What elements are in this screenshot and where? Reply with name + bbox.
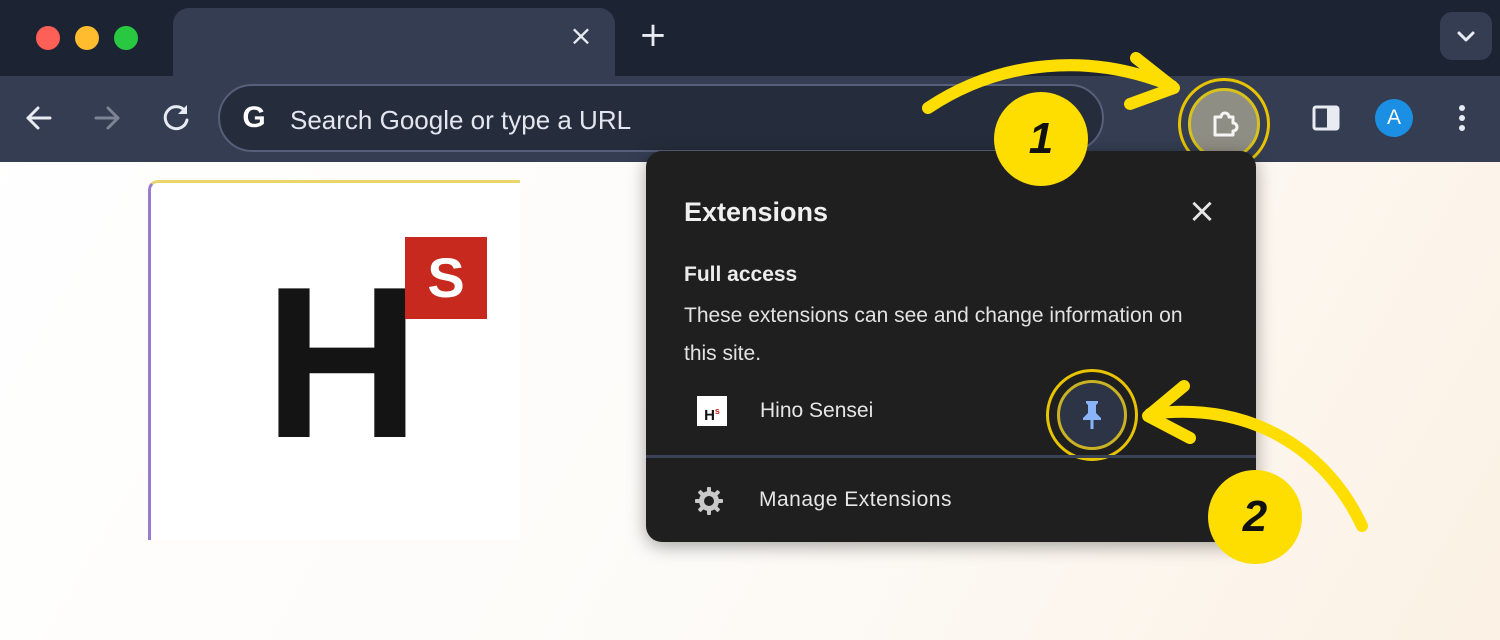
reload-icon bbox=[163, 105, 189, 131]
gear-icon bbox=[695, 487, 723, 515]
full-access-description: These extensions can see and change info… bbox=[684, 304, 1183, 365]
manage-extensions-label: Manage Extensions bbox=[759, 488, 952, 511]
logo-badge: S bbox=[405, 237, 487, 319]
step-2-badge: 2 bbox=[1208, 470, 1302, 564]
omnibox[interactable]: G Search Google or type a URL bbox=[218, 84, 1104, 152]
browser-menu-button[interactable] bbox=[1448, 98, 1476, 138]
side-panel-icon bbox=[1312, 105, 1340, 131]
logo-letter: H bbox=[264, 241, 420, 483]
tab-search-button[interactable] bbox=[1440, 12, 1492, 60]
google-logo-icon: G bbox=[242, 101, 266, 134]
window-minimize-button[interactable] bbox=[75, 26, 99, 50]
manage-extensions-item[interactable]: Manage Extensions bbox=[646, 458, 1256, 542]
extensions-popup: Extensions × Full access These extension… bbox=[646, 151, 1256, 542]
chevron-down-icon bbox=[1457, 31, 1475, 42]
pin-icon bbox=[1083, 401, 1101, 429]
extension-name: Hino Sensei bbox=[760, 399, 874, 422]
browser-tab[interactable]: × bbox=[173, 8, 615, 76]
tab-close-icon[interactable]: × bbox=[567, 22, 595, 50]
extension-item[interactable]: Hs Hino Sensei bbox=[646, 369, 1256, 461]
tab-strip: × + bbox=[0, 0, 1500, 76]
arrow-left-icon bbox=[26, 106, 52, 130]
extension-icon: Hs bbox=[697, 396, 727, 426]
forward-button[interactable] bbox=[85, 96, 129, 140]
pin-extension-button[interactable] bbox=[1046, 369, 1138, 461]
back-button[interactable] bbox=[17, 96, 61, 140]
arrow-right-icon bbox=[94, 106, 120, 130]
full-access-heading: Full access bbox=[684, 263, 798, 286]
window-close-button[interactable] bbox=[36, 26, 60, 50]
three-dots-icon bbox=[1459, 105, 1465, 131]
close-icon[interactable]: × bbox=[1184, 193, 1220, 229]
browser-toolbar: G Search Google or type a URL A bbox=[0, 76, 1500, 170]
puzzle-icon bbox=[1213, 111, 1239, 137]
window-zoom-button[interactable] bbox=[114, 26, 138, 50]
reload-button[interactable] bbox=[154, 96, 198, 140]
profile-avatar[interactable]: A bbox=[1375, 99, 1413, 137]
omnibox-placeholder: Search Google or type a URL bbox=[290, 105, 632, 135]
extension-logo-card: H S bbox=[148, 180, 520, 540]
side-panel-button[interactable] bbox=[1308, 100, 1344, 136]
new-tab-button[interactable]: + bbox=[637, 18, 669, 52]
step-1-badge: 1 bbox=[994, 92, 1088, 186]
popup-title: Extensions bbox=[684, 197, 829, 227]
